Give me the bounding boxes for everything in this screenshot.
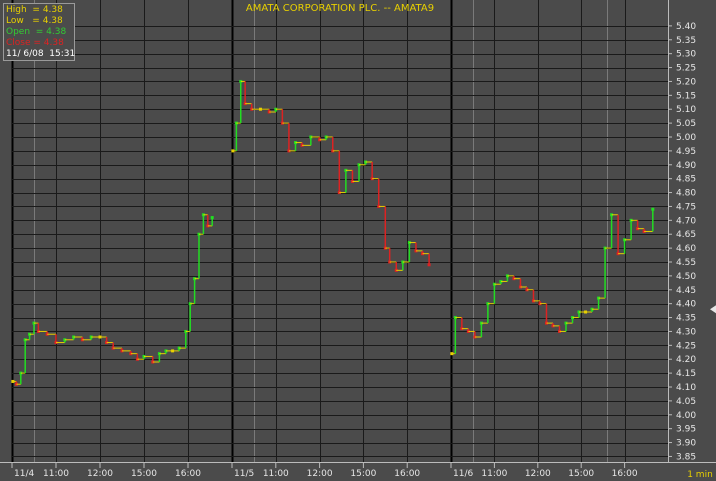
- y-tick-label: 4.90: [676, 161, 696, 171]
- price-point: [651, 207, 655, 211]
- price-chart: 3.85 3.90 3.95 4.00 4.05 4.10 4.15 4.20 4.25 4.30…: [0, 0, 716, 481]
- y-tick-label: 4.30: [676, 327, 696, 337]
- y-tick-label: 4.65: [676, 230, 696, 240]
- x-tick-label: 12:00: [87, 469, 113, 479]
- ohlc-info-box: High = 4.38 Low = 4.38 Open = 4.38 Close = …: [3, 3, 75, 61]
- y-tick-label: 3.95: [676, 425, 696, 435]
- info-row: 11/ 6/08 15:31: [6, 49, 76, 60]
- y-tick-label: 4.15: [676, 369, 696, 379]
- chart-background: [0, 0, 716, 481]
- price-point: [427, 263, 431, 267]
- y-tick-label: 4.40: [676, 300, 696, 310]
- y-tick-label: 4.80: [676, 189, 696, 199]
- x-tick-label: 11:00: [481, 469, 507, 479]
- y-tick-label: 4.85: [676, 175, 696, 185]
- y-tick-label: 5.30: [676, 50, 696, 60]
- info-row: High = 4.38: [6, 5, 72, 16]
- x-tick-label: 16:00: [612, 469, 638, 479]
- info-value: 4.38: [43, 38, 64, 48]
- y-tick-label: 4.05: [676, 397, 696, 407]
- y-tick-label: 3.90: [676, 439, 696, 449]
- y-tick-label: 4.60: [676, 244, 696, 254]
- y-tick-label: 5.15: [676, 91, 696, 101]
- y-tick-label: 5.25: [676, 64, 696, 74]
- info-value: 4.38: [42, 5, 63, 15]
- info-row: Low = 4.38: [6, 16, 72, 27]
- y-tick-label: 5.40: [676, 22, 696, 32]
- info-label: Low =: [6, 16, 43, 26]
- info-value: 4.38: [46, 27, 67, 37]
- x-tick-label: 11:00: [263, 469, 289, 479]
- y-tick-label: 4.75: [676, 202, 696, 212]
- y-tick-label: 3.85: [676, 452, 696, 462]
- y-tick-label: 4.70: [676, 216, 696, 226]
- info-row: Close = 4.38: [6, 38, 72, 49]
- x-tick-label: 15:00: [131, 469, 157, 479]
- chart-title: AMATA CORPORATION PLC. -- AMATA9: [246, 3, 434, 14]
- info-label: Open =: [6, 27, 47, 37]
- info-row: Open = 4.38: [6, 27, 72, 38]
- info-value: 11/ 6/08 15:31: [6, 49, 76, 59]
- y-tick-label: 5.00: [676, 133, 696, 143]
- info-label: Close =: [6, 38, 44, 48]
- x-tick-label: 11:00: [43, 469, 69, 479]
- x-tick-label: 15:00: [350, 469, 376, 479]
- y-tick-label: 4.20: [676, 355, 696, 365]
- x-tick-label: 15:00: [568, 469, 594, 479]
- x-tick-label: 11/6: [453, 469, 473, 479]
- y-tick-label: 4.95: [676, 147, 696, 157]
- info-label: High =: [6, 5, 43, 15]
- y-tick-label: 4.55: [676, 258, 696, 268]
- x-tick-label: 11/5: [234, 469, 254, 479]
- y-tick-label: 4.45: [676, 286, 696, 296]
- interval-label: 1 min: [687, 470, 713, 480]
- y-tick-label: 5.20: [676, 77, 696, 87]
- price-point: [210, 216, 214, 220]
- info-value: 4.38: [42, 16, 63, 26]
- x-tick-label: 16:00: [394, 469, 420, 479]
- x-tick-label: 12:00: [525, 469, 551, 479]
- x-tick-label: 16:00: [175, 469, 201, 479]
- y-tick-label: 5.05: [676, 119, 696, 129]
- y-tick-label: 5.10: [676, 105, 696, 115]
- y-tick-label: 4.35: [676, 314, 696, 324]
- y-tick-label: 4.25: [676, 341, 696, 351]
- x-tick-label: 12:00: [307, 469, 333, 479]
- y-tick-label: 4.50: [676, 272, 696, 282]
- y-tick-label: 4.10: [676, 383, 696, 393]
- x-tick-label: 11/4: [14, 469, 34, 479]
- y-tick-label: 5.35: [676, 36, 696, 46]
- y-tick-label: 4.00: [676, 411, 696, 421]
